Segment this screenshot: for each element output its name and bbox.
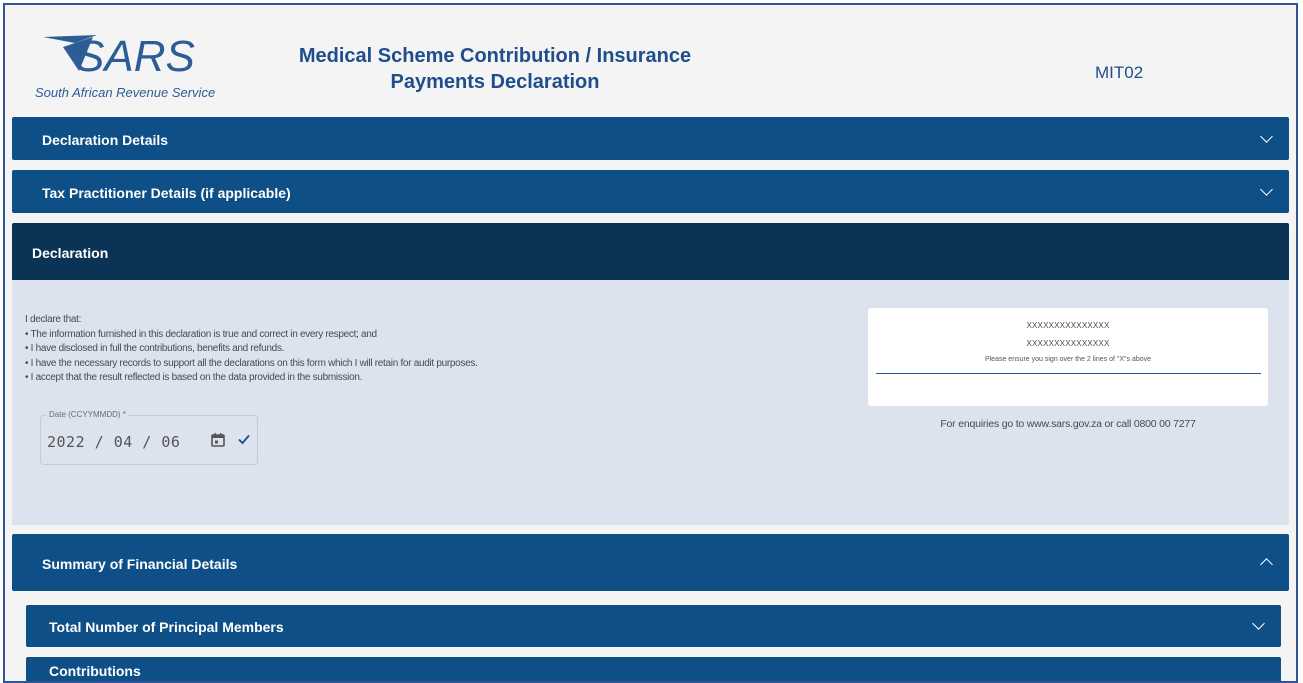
form-frame: SARS South African Revenue Service Medic… — [3, 3, 1298, 683]
section-principal-members[interactable]: Total Number of Principal Members — [26, 605, 1281, 647]
signature-line — [876, 373, 1261, 374]
section-declaration-details[interactable]: Declaration Details — [12, 117, 1289, 160]
section-tax-practitioner[interactable]: Tax Practitioner Details (if applicable) — [12, 170, 1289, 213]
chevron-down-icon[interactable] — [1260, 183, 1273, 196]
signature-box[interactable]: XXXXXXXXXXXXXXX XXXXXXXXXXXXXXX Please e… — [868, 308, 1268, 406]
signature-note: Please ensure you sign over the 2 lines … — [984, 356, 1152, 363]
page-title: Medical Scheme Contribution / Insurance … — [275, 43, 715, 95]
date-field[interactable]: Date (CCYYMMDD) * 2022 / 04 / 06 — [40, 410, 258, 465]
declaration-item: • I have the necessary records to suppor… — [25, 357, 478, 369]
sars-logo: SARS South African Revenue Service — [35, 27, 215, 107]
declaration-intro: I declare that: — [25, 314, 82, 325]
sars-wordmark: SARS — [75, 32, 195, 81]
calendar-icon[interactable] — [210, 432, 226, 448]
declaration-item: • I accept that the result reflected is … — [25, 372, 363, 384]
signature-x-line-2: XXXXXXXXXXXXXXX — [1026, 339, 1110, 348]
logo-tagline: South African Revenue Service — [35, 85, 216, 100]
section-declaration[interactable]: Declaration — [12, 223, 1289, 280]
form-code: MIT02 — [1095, 63, 1144, 82]
section-declaration-details-label: Declaration Details — [42, 132, 169, 148]
date-field-label: Date (CCYYMMDD) * — [47, 410, 128, 419]
sars-wordmark-text: SARS — [75, 32, 195, 81]
declaration-text: I declare that: • The information furnis… — [25, 313, 478, 386]
declaration-panel: I declare that: • The information furnis… — [12, 280, 1289, 525]
section-declaration-label: Declaration — [32, 245, 109, 261]
section-principal-members-label: Total Number of Principal Members — [49, 619, 284, 635]
declaration-item: • I have disclosed in full the contribut… — [25, 343, 285, 355]
section-summary-label: Summary of Financial Details — [42, 556, 238, 572]
section-tax-practitioner-label: Tax Practitioner Details (if applicable) — [42, 185, 291, 201]
chevron-down-icon[interactable] — [1252, 617, 1265, 630]
section-summary-financial[interactable]: Summary of Financial Details — [12, 534, 1289, 591]
date-field-value[interactable]: 2022 / 04 / 06 — [47, 433, 180, 451]
section-contributions[interactable]: Contributions — [26, 657, 1281, 681]
enquiry-text: For enquiries go to www.sars.gov.za or c… — [940, 418, 1196, 430]
chevron-up-icon[interactable] — [1260, 558, 1273, 571]
signature-x-line-1: XXXXXXXXXXXXXXX — [1026, 321, 1110, 330]
form-header: SARS South African Revenue Service Medic… — [5, 5, 1296, 117]
title-line-2: Payments Declaration — [390, 71, 600, 93]
title-line-1: Medical Scheme Contribution / Insurance — [298, 45, 692, 67]
check-icon — [238, 434, 250, 445]
declaration-item: • The information furnished in this decl… — [25, 328, 377, 340]
chevron-down-icon[interactable] — [1260, 130, 1273, 143]
